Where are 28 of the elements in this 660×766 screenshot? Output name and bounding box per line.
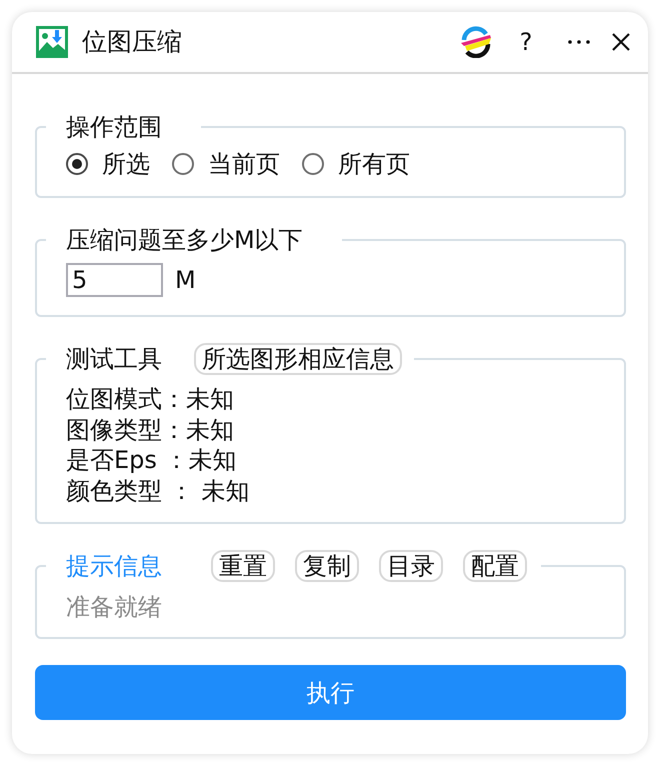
window-title: 位图压缩 — [82, 26, 183, 58]
picture-download-icon — [36, 26, 68, 58]
info-line: 颜色类型 ： 未知 — [66, 476, 250, 506]
radio-button[interactable] — [172, 153, 194, 175]
info-button[interactable]: 所选图形相应信息 — [194, 343, 402, 375]
more-icon[interactable] — [568, 40, 590, 44]
info-line: 是否Eps ：未知 — [66, 445, 238, 476]
info-line: 图像类型：未知 — [66, 414, 235, 445]
radio-button[interactable] — [302, 153, 324, 175]
help-button[interactable]: ? — [518, 28, 534, 56]
logo-icon[interactable] — [460, 26, 492, 58]
radio-label[interactable]: 所选 — [102, 151, 150, 177]
close-icon[interactable] — [612, 33, 630, 51]
info-line: 位图模式：未知 — [66, 384, 235, 414]
tool-button[interactable]: 重置 — [211, 550, 275, 582]
size-input[interactable]: 5 — [66, 263, 163, 297]
radio-label[interactable]: 当前页 — [208, 151, 280, 177]
group-title: 操作范围 — [66, 112, 162, 143]
group-title: 测试工具 — [66, 344, 162, 375]
tool-button[interactable]: 目录 — [379, 550, 443, 582]
unit-label: M — [175, 265, 196, 295]
tool-button[interactable]: 复制 — [295, 550, 359, 582]
group-title: 压缩问题至多少M以下 — [66, 225, 303, 256]
tool-button[interactable]: 配置 — [463, 550, 527, 582]
radio-button[interactable] — [66, 153, 88, 175]
radio-label[interactable]: 所有页 — [338, 151, 410, 177]
group-title: 提示信息 — [66, 551, 162, 582]
status-text: 准备就绪 — [66, 592, 163, 622]
